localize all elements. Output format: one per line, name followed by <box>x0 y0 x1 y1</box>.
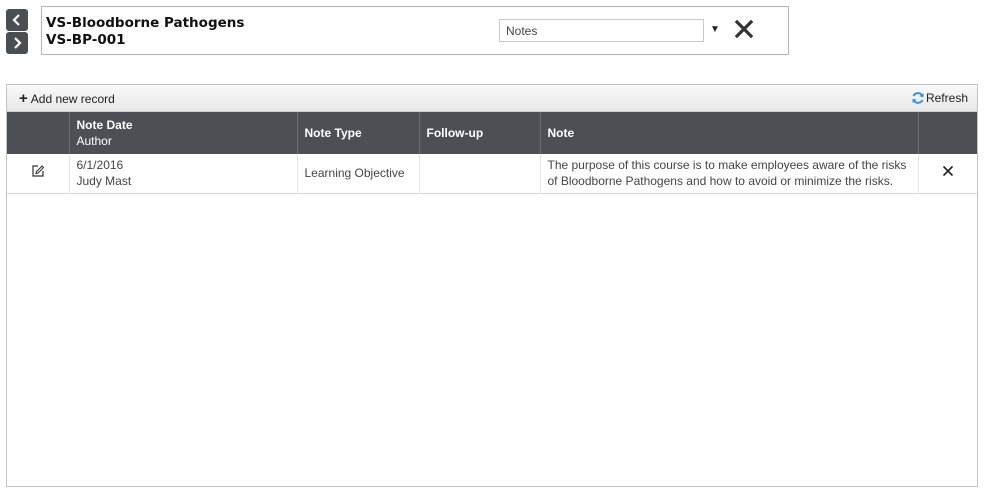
grid-toolbar: + Add new record Refresh <box>7 85 977 112</box>
notes-table: Note Date Author Note Type Follow-up Not… <box>7 112 977 194</box>
add-new-record-label: Add new record <box>30 92 115 106</box>
refresh-button[interactable]: Refresh <box>911 91 968 105</box>
plus-icon: + <box>19 90 28 107</box>
author-header: Author <box>76 134 112 148</box>
note-date-author-header[interactable]: Note Date Author <box>69 112 298 154</box>
follow-up-cell <box>419 154 541 193</box>
note-cell: The purpose of this course is to make em… <box>540 154 919 193</box>
delete-column-header <box>918 112 977 154</box>
previous-record-button[interactable] <box>6 9 28 31</box>
note-date-header: Note Date <box>76 118 133 132</box>
note-header[interactable]: Note <box>540 112 919 154</box>
edit-icon[interactable] <box>31 164 45 178</box>
refresh-label: Refresh <box>925 91 968 105</box>
note-type-cell: Learning Objective <box>297 154 420 193</box>
delete-cell <box>918 154 977 193</box>
dropdown-arrow-icon[interactable]: ▼ <box>710 24 720 35</box>
course-code: VS-BP-001 <box>46 32 126 48</box>
notes-grid: + Add new record Refresh Note Date Autho… <box>6 84 978 487</box>
add-new-record-button[interactable]: + Add new record <box>19 90 115 107</box>
chevron-left-icon <box>12 14 20 26</box>
record-header: VS-Bloodborne Pathogens VS-BP-001 Notes … <box>41 6 789 55</box>
edit-column-header <box>7 112 70 154</box>
follow-up-header[interactable]: Follow-up <box>419 112 541 154</box>
delete-icon[interactable] <box>942 165 954 177</box>
course-name: VS-Bloodborne Pathogens <box>46 15 245 31</box>
table-row: 6/1/2016 Judy Mast Learning Objective Th… <box>7 154 977 193</box>
edit-cell <box>7 154 70 193</box>
record-title: VS-Bloodborne Pathogens VS-BP-001 <box>46 15 244 49</box>
next-record-button[interactable] <box>6 32 28 54</box>
note-date-value: 6/1/2016 <box>76 158 124 173</box>
refresh-icon <box>912 92 924 104</box>
chevron-right-icon <box>14 37 22 49</box>
view-select[interactable]: Notes <box>499 19 704 42</box>
table-header-row: Note Date Author Note Type Follow-up Not… <box>7 112 977 154</box>
note-type-header[interactable]: Note Type <box>297 112 420 154</box>
close-icon[interactable] <box>732 17 756 41</box>
author-value: Judy Mast <box>76 174 132 189</box>
note-date-author-cell: 6/1/2016 Judy Mast <box>69 154 298 193</box>
